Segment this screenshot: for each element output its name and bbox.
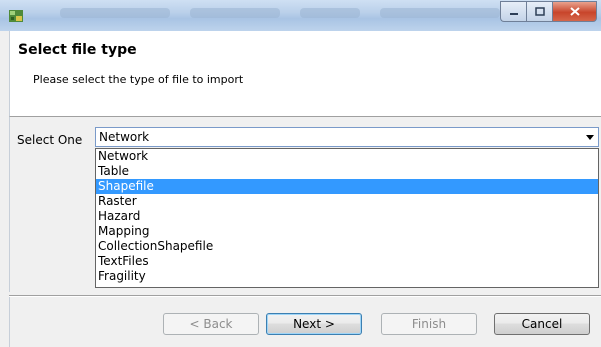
cancel-button[interactable]: Cancel <box>494 313 590 335</box>
finish-button[interactable]: Finish <box>381 313 477 335</box>
option-raster[interactable]: Raster <box>96 194 598 209</box>
option-fragility[interactable]: Fragility <box>96 269 598 284</box>
title-text-blur <box>380 8 500 18</box>
minimize-button[interactable] <box>500 1 526 22</box>
page-description: Please select the type of file to import <box>33 73 244 86</box>
option-textfiles[interactable]: TextFiles <box>96 254 598 269</box>
next-button[interactable]: Next > <box>266 313 362 335</box>
title-text-blur <box>300 8 360 18</box>
import-wizard-window: Select file type Please select the type … <box>0 0 601 347</box>
close-button[interactable] <box>553 1 597 22</box>
select-one-label: Select One <box>17 133 83 147</box>
window-controls <box>500 1 597 22</box>
option-table[interactable]: Table <box>96 164 598 179</box>
file-type-dropdown-list: Network Table Shapefile Raster Hazard Ma… <box>95 148 599 288</box>
option-hazard[interactable]: Hazard <box>96 209 598 224</box>
maximize-icon <box>534 7 545 16</box>
title-text-blur <box>60 8 170 18</box>
option-mapping[interactable]: Mapping <box>96 224 598 239</box>
chevron-down-icon[interactable] <box>586 135 594 140</box>
file-type-select[interactable]: Network <box>95 127 599 147</box>
maximize-button[interactable] <box>526 1 553 22</box>
option-collectionshapefile[interactable]: CollectionShapefile <box>96 239 598 254</box>
close-icon <box>569 7 580 16</box>
title-bar[interactable] <box>0 0 601 31</box>
page-title: Select file type <box>18 42 137 58</box>
app-icon <box>9 10 23 22</box>
title-text-blur <box>190 8 280 18</box>
selected-value: Network <box>99 130 150 144</box>
back-button[interactable]: < Back <box>163 313 259 335</box>
option-network[interactable]: Network <box>96 149 598 164</box>
minimize-icon <box>509 12 518 15</box>
option-shapefile[interactable]: Shapefile <box>96 179 598 194</box>
wizard-header: Select file type Please select the type … <box>9 31 601 117</box>
